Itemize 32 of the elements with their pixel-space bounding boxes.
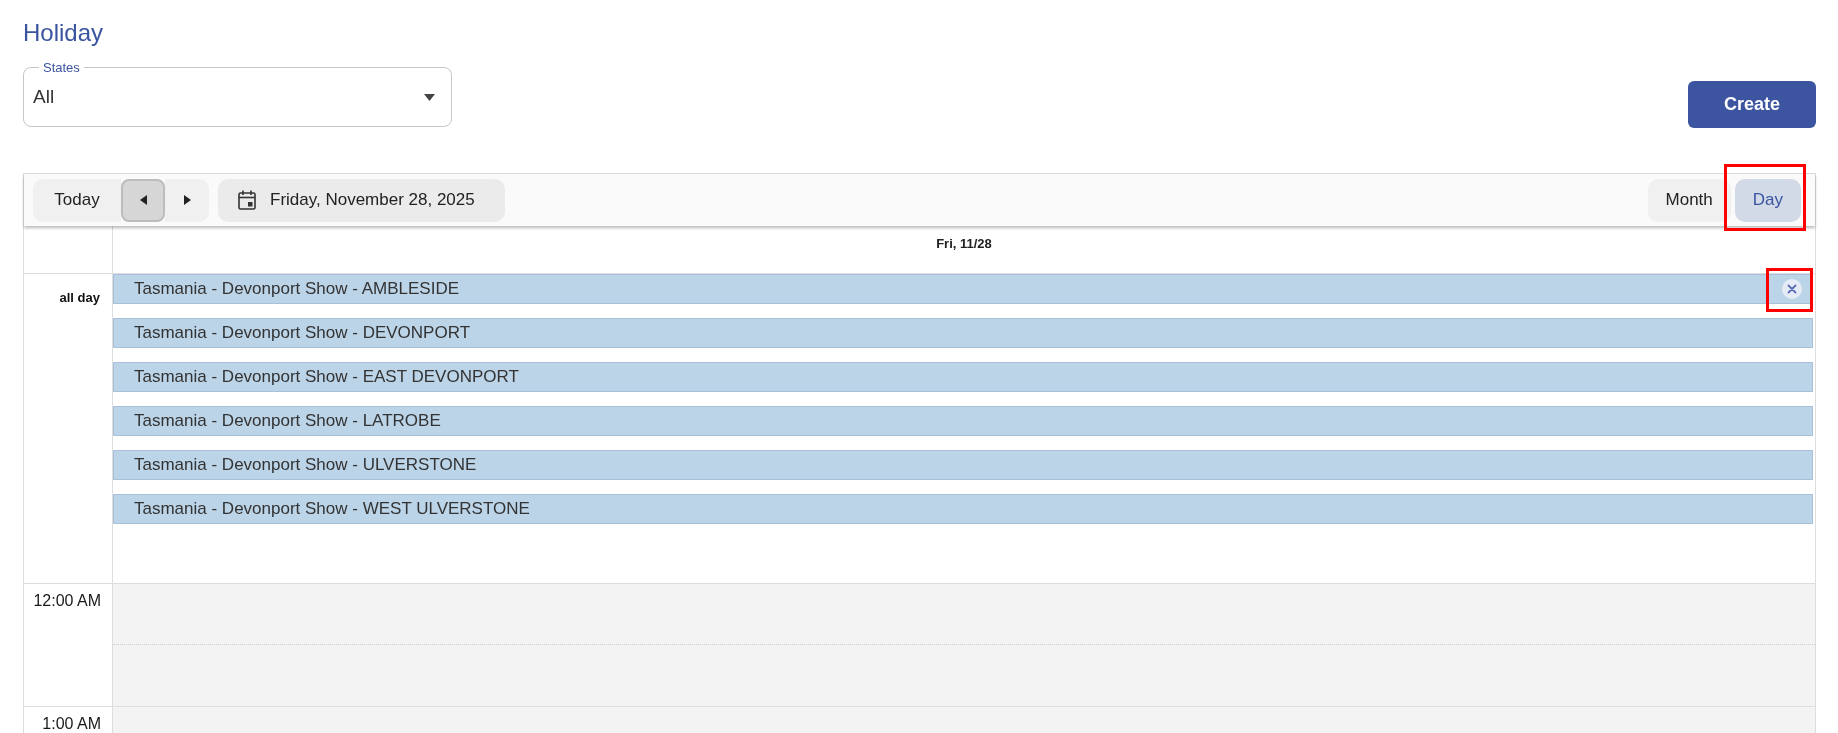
holiday-event[interactable]: Tasmania - Devonport Show - DEVONPORT bbox=[113, 318, 1813, 348]
caret-right-icon bbox=[183, 195, 191, 205]
selected-value: All bbox=[33, 86, 55, 108]
time-label: 1:00 AM bbox=[42, 715, 101, 732]
event-title: Tasmania - Devonport Show - DEVONPORT bbox=[134, 323, 471, 343]
column-header: Fri, 11/28 bbox=[936, 236, 992, 251]
date-picker-button[interactable]: Friday, November 28, 2025 bbox=[218, 178, 505, 222]
view-tab[interactable]: Month bbox=[1647, 178, 1731, 222]
holiday-event[interactable]: Tasmania - Devonport Show - ULVERSTONE bbox=[113, 450, 1813, 480]
holiday-event[interactable]: Tasmania - Devonport Show - LATROBE bbox=[113, 406, 1813, 436]
close-icon[interactable] bbox=[1782, 279, 1802, 299]
holiday-event[interactable]: Tasmania - Devonport Show - WEST ULVERSTONE bbox=[113, 494, 1813, 524]
calendar-icon bbox=[238, 190, 256, 210]
create-button[interactable]: Create bbox=[1688, 81, 1816, 128]
holiday-event[interactable]: Tasmania - Devonport Show - AMBLESIDE bbox=[113, 274, 1813, 304]
event-title: Tasmania - Devonport Show - EAST DEVONPORT bbox=[134, 367, 519, 387]
caret-left-icon bbox=[139, 195, 147, 205]
event-title: Tasmania - Devonport Show - WEST ULVERSTONE bbox=[134, 499, 530, 519]
time-label: 12:00 AM bbox=[33, 592, 101, 609]
previous-button[interactable] bbox=[121, 178, 165, 222]
event-title: Tasmania - Devonport Show - AMBLESIDE bbox=[134, 279, 460, 299]
states-dropdown[interactable]: States All bbox=[23, 60, 452, 127]
caret-down-icon bbox=[424, 93, 435, 101]
holiday-event[interactable]: Tasmania - Devonport Show - EAST DEVONPORT bbox=[113, 362, 1813, 392]
event-title: Tasmania - Devonport Show - LATROBE bbox=[134, 411, 441, 431]
next-button[interactable] bbox=[165, 178, 209, 222]
all-day-label: all day bbox=[59, 290, 100, 305]
states-label: States bbox=[42, 60, 81, 75]
view-tab[interactable]: Day bbox=[1734, 178, 1801, 222]
page-title: Holiday bbox=[23, 18, 104, 48]
today-button[interactable]: Today bbox=[33, 178, 121, 222]
event-title: Tasmania - Devonport Show - ULVERSTONE bbox=[134, 455, 477, 475]
